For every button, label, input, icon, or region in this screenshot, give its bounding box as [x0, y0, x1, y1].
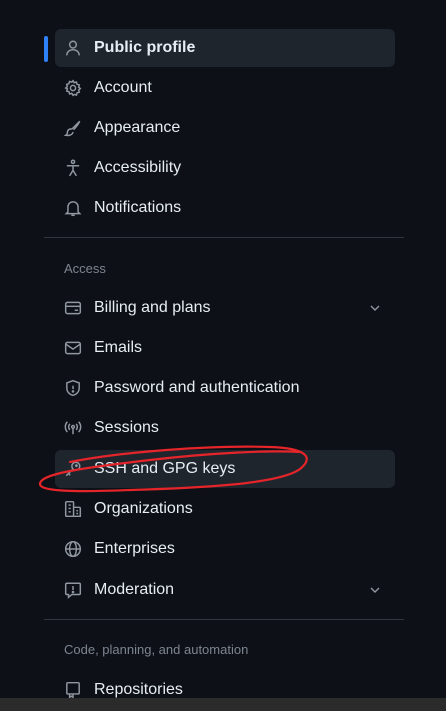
organization-icon	[64, 500, 82, 518]
credit-card-icon	[64, 299, 82, 317]
sidebar-item-label: Notifications	[94, 199, 182, 216]
globe-icon	[64, 540, 82, 558]
sidebar-item-moderation[interactable]: Moderation	[55, 571, 395, 609]
sidebar-item-notifications[interactable]: Notifications	[55, 189, 395, 227]
key-icon	[64, 460, 82, 478]
gear-icon	[64, 79, 82, 97]
sidebar-item-label: Appearance	[94, 119, 181, 136]
sidebar-item-label: Accessibility	[94, 159, 182, 176]
sidebar-item-account[interactable]: Account	[55, 69, 395, 107]
bottom-scroll-edge	[0, 698, 446, 711]
accessibility-icon	[64, 159, 82, 177]
sidebar-item-label: Sessions	[94, 419, 159, 436]
section-divider	[44, 619, 404, 620]
sidebar-item-label: Emails	[94, 339, 143, 356]
sidebar-item-emails[interactable]: Emails	[55, 329, 395, 367]
sidebar-item-label: Repositories	[94, 681, 183, 698]
sidebar-item-label: Public profile	[94, 39, 196, 56]
repo-icon	[64, 681, 82, 699]
sidebar-item-label: Account	[94, 79, 152, 96]
sidebar-item-organizations[interactable]: Organizations	[55, 490, 395, 528]
sidebar-item-public-profile[interactable]: Public profile	[55, 29, 395, 67]
sidebar-item-appearance[interactable]: Appearance	[55, 109, 395, 147]
broadcast-icon	[64, 419, 82, 437]
sidebar-item-enterprises[interactable]: Enterprises	[55, 530, 395, 568]
sidebar-item-label: Organizations	[94, 500, 193, 517]
sidebar-item-sessions[interactable]: Sessions	[55, 409, 395, 447]
sidebar-item-label: Password and authentication	[94, 379, 300, 396]
sidebar-item-label: Enterprises	[94, 540, 175, 557]
person-icon	[64, 39, 82, 57]
section-divider	[44, 237, 404, 238]
bell-icon	[64, 199, 82, 217]
section-heading-access: Access	[64, 261, 106, 276]
active-indicator	[44, 36, 48, 62]
mail-icon	[64, 339, 82, 357]
paintbrush-icon	[64, 119, 82, 137]
sidebar-item-password[interactable]: Password and authentication	[55, 369, 395, 407]
report-icon	[64, 581, 82, 599]
chevron-down-icon[interactable]	[367, 582, 383, 598]
shield-icon	[64, 379, 82, 397]
sidebar-item-billing[interactable]: Billing and plans	[55, 289, 395, 327]
sidebar-item-label: SSH and GPG keys	[94, 460, 236, 477]
sidebar-item-label: Moderation	[94, 581, 175, 598]
sidebar-item-label: Billing and plans	[94, 299, 211, 316]
sidebar-item-accessibility[interactable]: Accessibility	[55, 149, 395, 187]
sidebar-item-ssh-gpg-keys[interactable]: SSH and GPG keys	[55, 450, 395, 488]
section-heading-code: Code, planning, and automation	[64, 642, 249, 657]
chevron-down-icon[interactable]	[367, 300, 383, 316]
